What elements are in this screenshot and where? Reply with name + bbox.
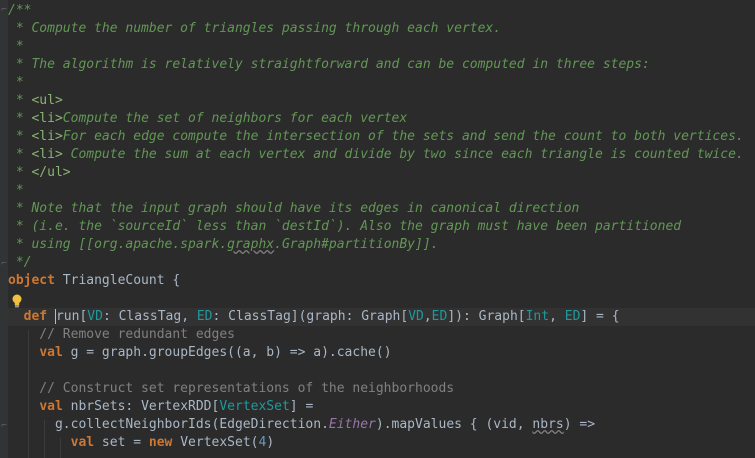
code-token: ED xyxy=(196,309,213,324)
code-token: , xyxy=(549,309,565,324)
code-token: TriangleCount { xyxy=(54,273,181,288)
code-line[interactable]: * (i.e. the `sourceId` less than `destId… xyxy=(8,218,755,236)
code-token: // Construct set representations of the … xyxy=(8,381,455,396)
code-token: /** xyxy=(8,3,32,18)
code-token: ED xyxy=(564,309,581,324)
code-token: nbrs xyxy=(532,417,564,432)
code-line[interactable]: * using [[org.apache.spark.graphx.Graph#… xyxy=(8,236,755,254)
code-token: : ClassTag](graph: Graph[ xyxy=(212,309,409,324)
code-token: VD xyxy=(87,309,103,324)
code-editor[interactable]: ⌐ ⌐ ⌐ /** * Compute the number of triang… xyxy=(0,0,755,458)
code-token: <li> xyxy=(31,147,63,162)
code-token: </ul> xyxy=(31,165,71,180)
code-line[interactable]: * </ul> xyxy=(8,164,755,182)
code-token: g = graph.groupEdges((a, b) => a).cache(… xyxy=(62,345,392,360)
code-token: VertexSet xyxy=(219,399,290,414)
code-line[interactable]: object TriangleCount { xyxy=(8,272,755,290)
code-token: */ xyxy=(8,255,32,270)
code-token: <ul> xyxy=(31,93,63,108)
code-token: * xyxy=(8,39,24,54)
code-line[interactable]: val set = new VertexSet(4) xyxy=(8,434,755,452)
code-token: val xyxy=(70,435,95,450)
code-token: VD xyxy=(408,309,424,324)
code-line[interactable]: def run[VD: ClassTag, ED: ClassTag](grap… xyxy=(8,308,755,326)
code-line[interactable]: * xyxy=(8,38,755,56)
code-token: Either xyxy=(328,417,376,432)
code-token: * The algorithm is relatively straightfo… xyxy=(8,57,650,72)
code-token: ) xyxy=(266,435,275,450)
code-line[interactable]: */ xyxy=(8,254,755,272)
code-line[interactable]: * <li> Compute the sum at each vertex an… xyxy=(8,146,755,164)
code-token: ] = { xyxy=(580,309,620,324)
code-token: ED xyxy=(431,309,448,324)
code-token: def xyxy=(23,309,48,324)
code-line[interactable]: val g = graph.groupEdges((a, b) => a).ca… xyxy=(8,344,755,362)
code-token: <li> xyxy=(31,129,63,144)
code-token: val xyxy=(39,399,63,414)
code-token: <li> xyxy=(31,111,63,126)
code-line[interactable]: val nbrSets: VertexRDD[VertexSet] = xyxy=(8,398,755,416)
fold-marker-icon[interactable]: ⌐ xyxy=(0,4,8,16)
code-token: * xyxy=(8,165,32,180)
fold-marker-icon[interactable]: ⌐ xyxy=(0,420,8,432)
code-token: * xyxy=(8,183,24,198)
code-token: ) => xyxy=(563,417,596,432)
code-token: , xyxy=(423,309,432,324)
editor-gutter[interactable] xyxy=(0,0,8,458)
code-line[interactable]: /** xyxy=(8,2,755,20)
code-token: For each edge compute the intersection o… xyxy=(62,129,744,144)
code-token: nbrSets: VertexRDD[ xyxy=(62,399,220,414)
code-token: set = xyxy=(94,435,149,450)
code-line[interactable]: * xyxy=(8,74,755,92)
code-token: VertexSet( xyxy=(172,435,259,450)
code-token: object xyxy=(8,273,55,288)
code-token: * Compute the number of triangles passin… xyxy=(8,21,502,36)
code-token: run xyxy=(54,309,80,324)
code-token: * xyxy=(8,129,32,144)
code-token: * xyxy=(8,93,32,108)
code-line[interactable]: // Remove redundant edges xyxy=(8,326,755,344)
code-token: Compute the sum at each vertex and divid… xyxy=(62,147,744,162)
code-token: * Note that the input graph should have … xyxy=(8,201,580,216)
code-token: .Graph#partitionBy]]. xyxy=(274,237,439,252)
code-line[interactable] xyxy=(8,362,755,380)
code-line[interactable]: * The algorithm is relatively straightfo… xyxy=(8,56,755,74)
code-token: ]): Graph[ xyxy=(447,309,526,324)
code-token: val xyxy=(39,345,63,360)
code-line[interactable]: * Compute the number of triangles passin… xyxy=(8,20,755,38)
code-line[interactable]: * <li>For each edge compute the intersec… xyxy=(8,128,755,146)
code-token: * (i.e. the `sourceId` less than `destId… xyxy=(8,219,682,234)
code-token: * xyxy=(8,75,24,90)
code-line[interactable]: * <ul> xyxy=(8,92,755,110)
code-line[interactable]: * <li>Compute the set of neighbors for e… xyxy=(8,110,755,128)
code-token: // Remove redundant edges xyxy=(8,327,235,342)
code-line[interactable]: * xyxy=(8,182,755,200)
code-token: new xyxy=(148,435,173,450)
code-token: * xyxy=(8,111,32,126)
code-token: * using [[org.apache.spark. xyxy=(8,237,228,252)
lightbulb-icon[interactable] xyxy=(11,293,23,309)
code-line[interactable] xyxy=(8,290,755,308)
code-line[interactable]: // Construct set representations of the … xyxy=(8,380,755,398)
code-token: g.collectNeighborIds(EdgeDirection. xyxy=(8,417,329,432)
code-line[interactable]: g.collectNeighborIds(EdgeDirection.Eithe… xyxy=(8,416,755,434)
fold-marker-icon[interactable]: ⌐ xyxy=(0,258,8,270)
code-line[interactable]: * Note that the input graph should have … xyxy=(8,200,755,218)
code-token: : ClassTag, xyxy=(102,309,197,324)
code-token: Int xyxy=(525,309,550,324)
code-token: graphx xyxy=(227,237,275,252)
code-token: * xyxy=(8,147,32,162)
code-token: Compute the set of neighbors for each ve… xyxy=(62,111,408,126)
code-token: ] = xyxy=(289,399,314,414)
code-token: ).mapValues { (vid, xyxy=(375,417,533,432)
